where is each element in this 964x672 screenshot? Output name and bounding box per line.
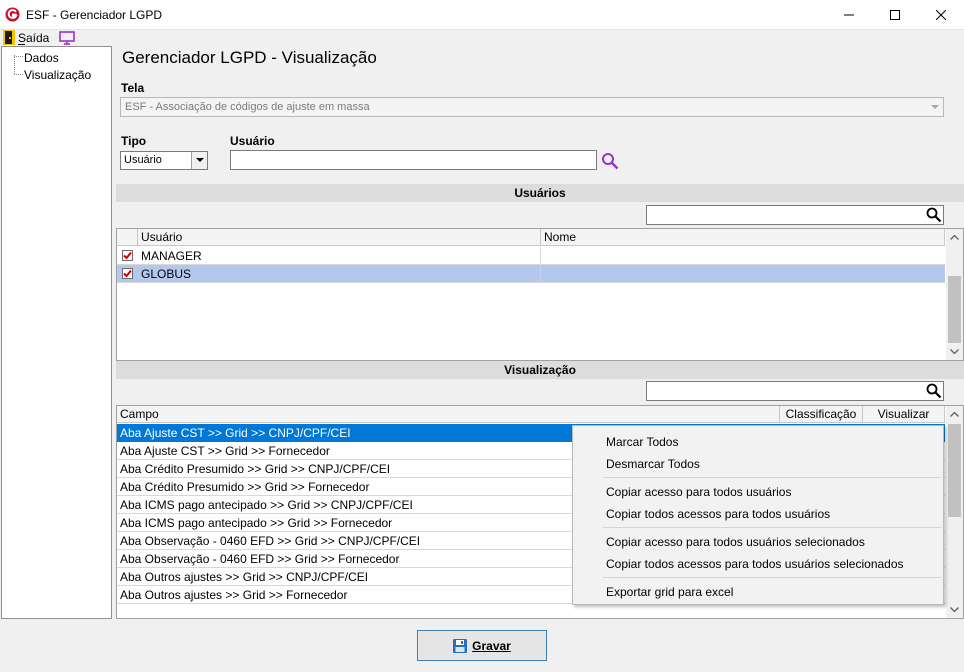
users-grid[interactable]: Usuário Nome MANAGER GLOBUS [116,228,964,361]
tipo-label: Tipo [121,134,147,148]
vis-grid-scrollbar[interactable] [946,406,963,618]
tela-dropdown-button [926,98,943,116]
table-row[interactable]: MANAGER [117,247,945,265]
check-icon [123,269,132,278]
table-row[interactable]: GLOBUS [117,265,945,283]
tipo-select-value: Usuário [124,154,162,166]
context-menu: Marcar Todos Desmarcar Todos Copiar aces… [572,425,944,605]
cell-nome [541,247,945,265]
header-cell-usuario[interactable]: Usuário [138,229,541,246]
users-grid-scrollbar[interactable] [946,229,963,360]
chevron-up-icon [950,412,959,417]
menu-item-exportar-excel[interactable]: Exportar grid para excel [606,585,733,599]
users-section-header: Usuários [116,184,964,202]
tree-connector [14,74,23,75]
search-icon[interactable] [926,207,942,223]
vis-grid-header: Campo Classificação Visualizar [117,406,945,423]
exit-mnemonic-underline [18,44,25,45]
chevron-down-icon [195,158,204,162]
close-button[interactable] [918,0,964,30]
floppy-disk-icon [453,638,468,653]
scroll-down-button[interactable] [946,601,963,618]
minimize-icon [844,14,854,16]
users-grid-header: Usuário Nome [117,229,945,246]
menu-item-copiar-acesso-todos[interactable]: Copiar acesso para todos usuários [606,485,791,499]
header-cell-visualizar[interactable]: Visualizar [863,406,945,423]
chevron-down-icon [950,349,959,354]
menu-item-desmarcar-todos[interactable]: Desmarcar Todos [606,457,700,471]
chevron-up-icon [950,235,959,240]
menu-item-copiar-todos-acessos-todos[interactable]: Copiar todos acessos para todos usuários [606,507,830,521]
check-icon [123,251,132,260]
scroll-up-button[interactable] [946,229,963,246]
header-cell-nome[interactable]: Nome [541,229,945,246]
cell-usuario: GLOBUS [138,265,541,283]
search-icon[interactable] [601,152,619,170]
tipo-select[interactable]: Usuário [120,151,208,170]
chevron-down-icon [930,104,939,109]
header-cell-classificacao[interactable]: Classificação [780,406,863,423]
menu-separator [603,527,941,528]
usuario-label: Usuário [230,134,275,148]
menu-item-copiar-acesso-selecionados[interactable]: Copiar acesso para todos usuários seleci… [606,535,865,549]
row-checkbox[interactable] [122,250,133,261]
vis-section-header: Visualização [116,361,964,379]
app-logo-icon [5,7,20,22]
tela-select: ESF - Associação de códigos de ajuste em… [120,97,944,117]
tree-item-dados[interactable]: Dados [24,51,59,65]
cell-usuario: MANAGER [138,247,541,265]
header-cell-check [117,229,138,246]
exit-door-icon[interactable] [3,30,15,45]
search-icon[interactable] [926,383,942,399]
tree-connector [14,56,23,57]
cell-nome [541,265,945,283]
menu-bar: Saída [0,30,964,46]
chevron-down-icon [950,607,959,612]
save-button[interactable]: Gravar [417,630,547,661]
tree-connector [14,55,15,74]
save-button-label: Gravar [472,638,511,653]
tree-item-visualizacao[interactable]: Visualização [24,68,91,82]
window-title: ESF - Gerenciador LGPD [26,8,163,22]
maximize-button[interactable] [872,0,918,30]
vis-filter-input[interactable] [646,381,944,401]
tela-label: Tela [121,81,145,95]
exit-menu-item[interactable]: Saída [18,31,49,45]
tipo-dropdown-button[interactable] [191,152,207,169]
title-bar: ESF - Gerenciador LGPD [0,0,964,30]
maximize-icon [890,10,900,20]
usuario-input[interactable] [230,150,597,170]
navigation-tree: Dados Visualização [1,46,112,619]
tela-select-value: ESF - Associação de códigos de ajuste em… [125,101,370,113]
scroll-thumb[interactable] [948,424,961,517]
page-title: Gerenciador LGPD - Visualização [122,48,377,67]
row-checkbox[interactable] [122,268,133,279]
scroll-thumb[interactable] [948,276,961,343]
scroll-up-button[interactable] [946,406,963,423]
minimize-button[interactable] [826,0,872,30]
monitor-icon[interactable] [59,31,75,45]
scroll-down-button[interactable] [946,343,963,360]
menu-item-marcar-todos[interactable]: Marcar Todos [606,435,678,449]
menu-separator [603,577,941,578]
menu-item-copiar-todos-acessos-selecionados[interactable]: Copiar todos acessos para todos usuários… [606,557,904,571]
close-icon [936,10,946,20]
menu-separator [603,477,941,478]
users-filter-input[interactable] [646,205,944,225]
header-cell-campo[interactable]: Campo [117,406,780,423]
